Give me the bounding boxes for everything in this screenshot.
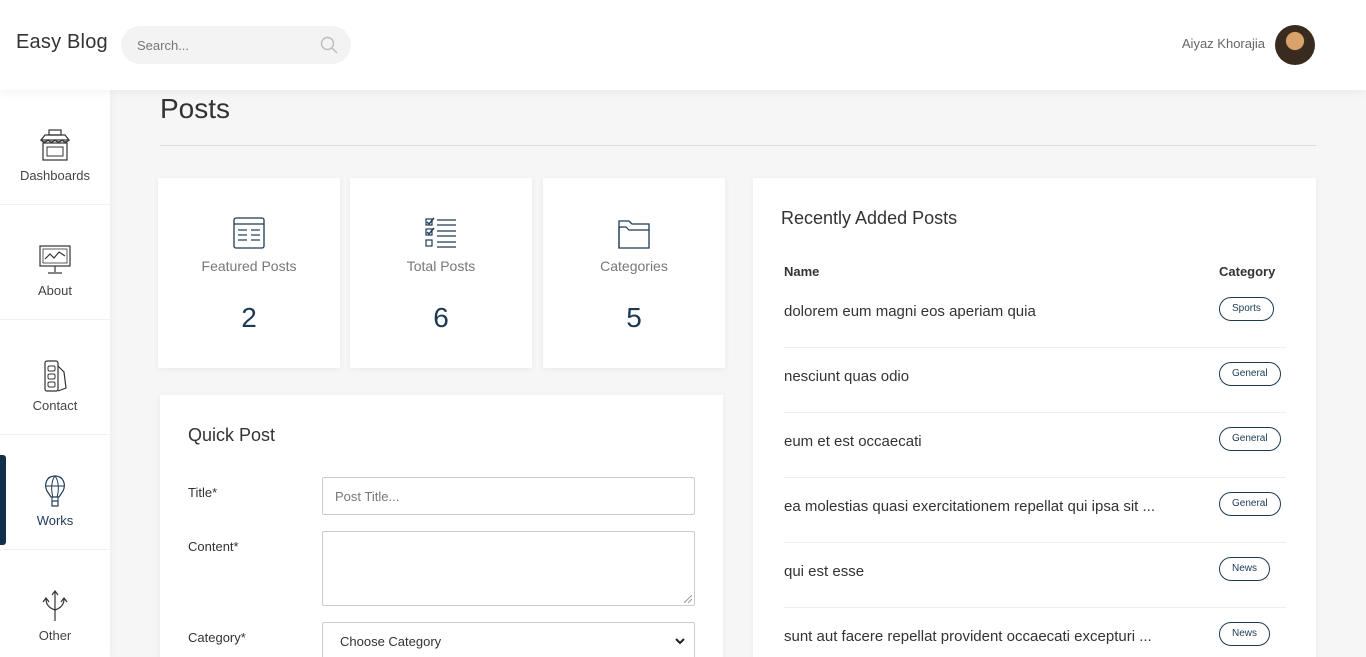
post-name[interactable]: qui est esse bbox=[784, 563, 1204, 580]
post-name[interactable]: sunt aut facere repellat provident occae… bbox=[784, 628, 1204, 645]
table-row[interactable]: ea molestias quasi exercitationem repell… bbox=[784, 478, 1286, 543]
user-name[interactable]: Aiyaz Khorajia bbox=[1182, 36, 1265, 51]
category-select-value: Choose Category bbox=[340, 634, 442, 649]
title-label: Title* bbox=[188, 485, 218, 500]
category-badge[interactable]: General bbox=[1219, 362, 1281, 386]
stat-label: Featured Posts bbox=[201, 258, 297, 274]
balloon-icon bbox=[45, 475, 65, 507]
sidebar-item-about[interactable]: About bbox=[0, 205, 110, 320]
stat-card-featured[interactable]: Featured Posts 2 bbox=[158, 178, 340, 368]
post-title-input[interactable] bbox=[322, 477, 695, 515]
chevron-down-icon bbox=[675, 638, 685, 645]
category-badge[interactable]: News bbox=[1219, 557, 1271, 581]
monitor-chart-icon bbox=[39, 245, 71, 274]
post-name[interactable]: eum et est occaecati bbox=[784, 433, 1204, 450]
sidebar-item-contact[interactable]: Contact bbox=[0, 320, 110, 435]
title-divider bbox=[160, 145, 1316, 146]
search-icon[interactable] bbox=[320, 36, 338, 54]
checklist-icon bbox=[425, 217, 456, 248]
search-input[interactable] bbox=[137, 26, 317, 64]
sidebar-item-dashboards[interactable]: Dashboards bbox=[0, 90, 110, 205]
content-label: Content* bbox=[188, 539, 239, 554]
stat-value: 2 bbox=[241, 302, 257, 333]
recent-posts-card: Recently Added Posts Name Category dolor… bbox=[753, 178, 1316, 657]
category-badge[interactable]: Sports bbox=[1219, 297, 1274, 321]
stat-value: 5 bbox=[626, 302, 642, 333]
sidebar-item-works[interactable]: Works bbox=[0, 435, 110, 550]
brand-logo[interactable]: Easy Blog bbox=[16, 31, 108, 54]
sidebar-item-label: Works bbox=[36, 513, 74, 528]
category-label: Category* bbox=[188, 630, 246, 645]
recent-posts-title: Recently Added Posts bbox=[781, 208, 958, 228]
category-badge[interactable]: News bbox=[1219, 622, 1271, 646]
resize-handle-icon[interactable] bbox=[684, 595, 692, 603]
sidebar-item-label: About bbox=[38, 283, 72, 298]
top-bar: Easy Blog Aiyaz Khorajia bbox=[0, 0, 1366, 90]
category-badge[interactable]: General bbox=[1219, 427, 1281, 451]
post-name[interactable]: nesciunt quas odio bbox=[784, 368, 1204, 385]
store-icon bbox=[39, 129, 71, 161]
stat-card-total[interactable]: Total Posts 6 bbox=[350, 178, 532, 368]
quick-post-title: Quick Post bbox=[188, 425, 276, 445]
avatar[interactable] bbox=[1275, 25, 1315, 65]
stat-label: Total Posts bbox=[406, 258, 476, 274]
active-indicator bbox=[0, 455, 6, 545]
sidebar-item-label: Contact bbox=[32, 398, 78, 413]
stat-card-categories[interactable]: Categories 5 bbox=[543, 178, 725, 368]
table-row[interactable]: qui est esse News bbox=[784, 543, 1286, 608]
category-select[interactable]: Choose Category bbox=[322, 622, 695, 657]
column-header-name: Name bbox=[784, 264, 820, 279]
stat-value: 6 bbox=[433, 302, 449, 333]
sidebar: Dashboards About Contact Works Other bbox=[0, 90, 110, 657]
sidebar-item-other[interactable]: Other bbox=[0, 550, 110, 657]
column-header-category: Category bbox=[1219, 264, 1276, 279]
arrows-split-icon bbox=[42, 590, 68, 621]
table-row[interactable]: dolorem eum magni eos aperiam quia Sport… bbox=[784, 283, 1286, 348]
sidebar-item-label: Dashboards bbox=[19, 168, 91, 183]
table-row[interactable]: nesciunt quas odio General bbox=[784, 348, 1286, 413]
stat-label: Categories bbox=[600, 258, 668, 274]
phone-book-icon bbox=[44, 360, 67, 392]
post-name[interactable]: dolorem eum magni eos aperiam quia bbox=[784, 303, 1204, 320]
table-row[interactable]: sunt aut facere repellat provident occae… bbox=[784, 608, 1286, 657]
folder-icon bbox=[618, 220, 650, 249]
category-badge[interactable]: General bbox=[1219, 492, 1281, 516]
content-textarea[interactable] bbox=[322, 531, 695, 606]
page-title: Posts bbox=[160, 93, 231, 124]
sidebar-item-label: Other bbox=[38, 628, 72, 643]
quick-post-card: Quick Post Title* Content* Category* Cho… bbox=[160, 395, 723, 657]
table-row[interactable]: eum et est occaecati General bbox=[784, 413, 1286, 478]
post-name[interactable]: ea molestias quasi exercitationem repell… bbox=[784, 498, 1204, 515]
search-box bbox=[121, 26, 351, 64]
document-icon bbox=[233, 217, 265, 249]
